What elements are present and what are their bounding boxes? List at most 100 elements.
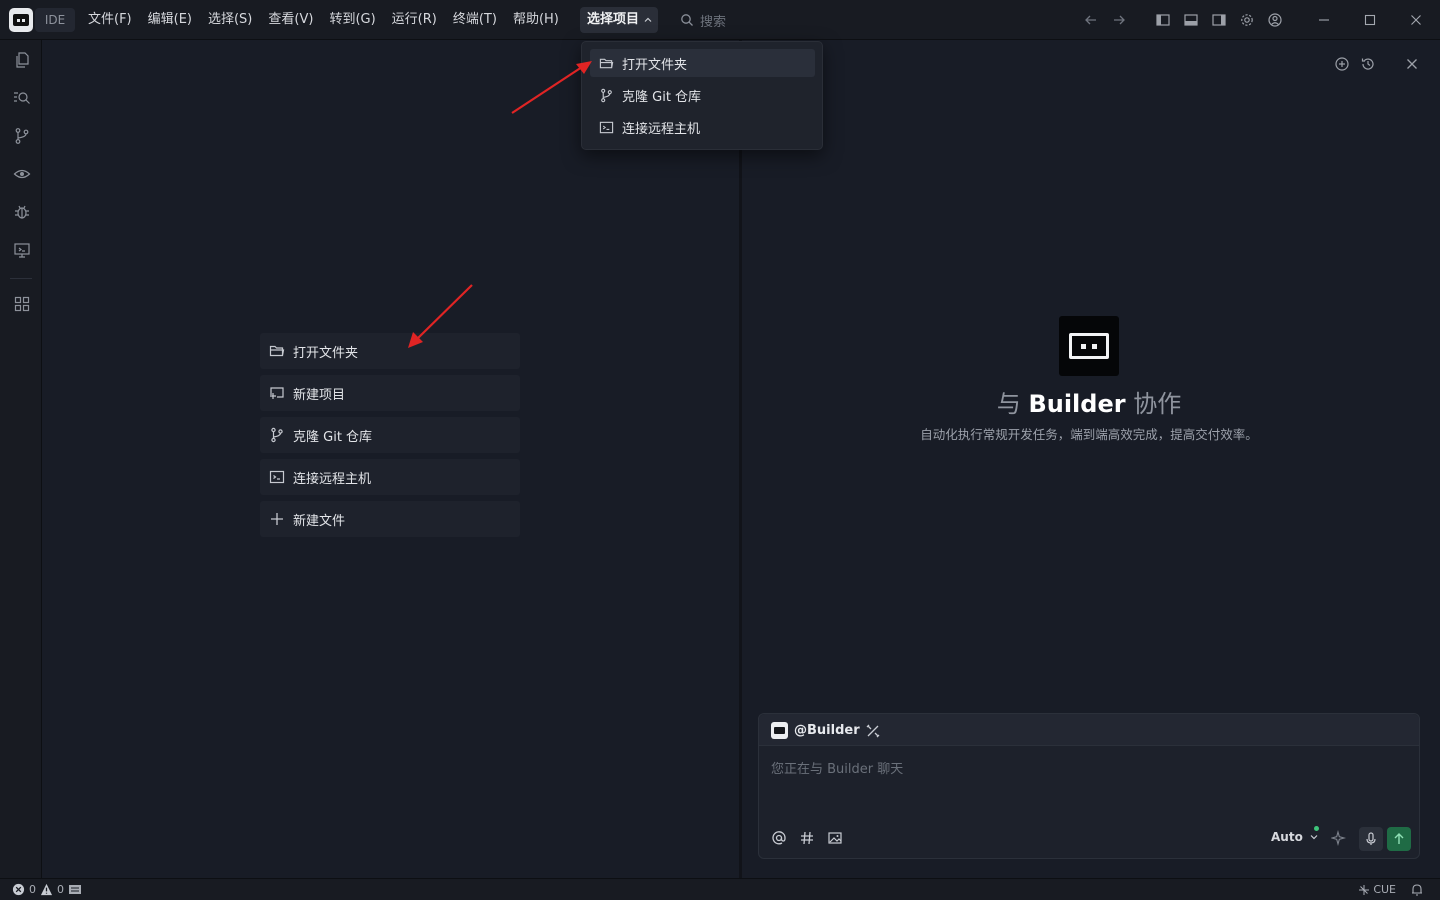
git-branch-icon [271,427,283,443]
title-search[interactable]: 搜索 [680,0,726,40]
menu-file[interactable]: 文件(F) [80,0,140,40]
new-chat-icon[interactable] [1334,56,1350,72]
terminal-panel-icon[interactable] [68,884,82,896]
model-status-dot [1314,826,1319,831]
welcome-new-file[interactable]: 新建文件 [260,501,520,537]
folder-open-icon [599,58,614,68]
chevron-up-icon [644,17,652,22]
cue-sparkle-icon [1359,884,1370,895]
toggle-right-panel-icon[interactable] [1211,12,1227,28]
image-upload-icon[interactable] [827,830,843,846]
search-placeholder: 搜索 [700,14,727,30]
close-chat-icon[interactable] [1404,56,1420,72]
select-project-label: 选择项目 [587,12,640,27]
error-icon [12,883,25,896]
cue-label: CUE [1373,883,1396,896]
hash-context-icon[interactable] [799,830,815,846]
account-icon[interactable] [1267,12,1283,28]
problems-indicator[interactable]: 0 0 [12,883,82,896]
folder-open-icon [269,345,285,357]
menu-run[interactable]: 运行(R) [384,0,445,40]
menu-terminal[interactable]: 终端(T) [445,0,505,40]
search-panel-icon[interactable] [13,89,31,107]
builder-logo-icon [1059,316,1119,376]
debug-bug-icon[interactable] [13,203,31,221]
dropdown-connect-remote-label: 连接远程主机 [622,121,701,137]
sparkle-icon[interactable] [1331,830,1347,846]
back-arrow-icon[interactable] [1083,12,1099,28]
dropdown-open-folder[interactable]: 打开文件夹 [590,49,815,77]
send-arrow-up-icon [1394,833,1404,844]
minimize-icon[interactable] [1316,12,1332,28]
chat-title-prefix: 与 [996,390,1021,418]
builder-badge-icon [771,722,788,739]
title-bar: IDE 文件(F) 编辑(E) 选择(S) 查看(V) 转到(G) 运行(R) … [0,0,1440,40]
warning-count: 0 [57,883,64,896]
menu-edit[interactable]: 编辑(E) [140,0,200,40]
forward-arrow-icon[interactable] [1111,12,1127,28]
app-logo-icon [9,8,33,32]
activity-bar [0,40,42,878]
select-project-button[interactable]: 选择项目 [580,7,658,33]
welcome-connect-remote-label: 连接远程主机 [293,471,372,487]
plus-icon [271,513,283,525]
tools-icon[interactable] [866,724,880,738]
project-dropdown-menu: 打开文件夹 克隆 Git 仓库 连接远程主机 [581,41,823,150]
send-button[interactable] [1387,827,1411,851]
chat-title-agent: Builder [1028,390,1126,418]
welcome-clone-git-label: 克隆 Git 仓库 [293,429,373,445]
mention-at-icon[interactable] [771,830,787,846]
welcome-clone-git[interactable]: 克隆 Git 仓库 [260,417,520,453]
microphone-icon [1366,832,1376,845]
agent-selector[interactable]: @Builder [771,722,880,739]
toggle-left-panel-icon[interactable] [1155,12,1171,28]
chevron-down-icon [1310,835,1318,840]
dropdown-open-folder-label: 打开文件夹 [622,57,688,73]
activity-separator [10,278,32,279]
menu-selection[interactable]: 选择(S) [200,0,260,40]
status-bar: 0 0 CUE [0,878,1440,900]
menu-view[interactable]: 查看(V) [260,0,321,40]
cue-indicator[interactable]: CUE [1358,883,1396,896]
git-branch-icon [601,88,612,102]
preview-eye-icon[interactable] [13,165,31,183]
welcome-connect-remote[interactable]: 连接远程主机 [260,459,520,495]
settings-gear-icon[interactable] [1239,12,1255,28]
menu-bar: 文件(F) 编辑(E) 选择(S) 查看(V) 转到(G) 运行(R) 终端(T… [80,0,567,40]
ide-mode-label[interactable]: IDE [35,8,75,32]
voice-input-button[interactable] [1359,827,1383,851]
source-control-icon[interactable] [13,127,31,145]
new-project-icon [270,387,284,399]
chat-input-placeholder[interactable]: 您正在与 Builder 聊天 [771,758,903,777]
search-icon [681,14,693,26]
warning-icon [40,883,53,896]
menu-help[interactable]: 帮助(H) [505,0,567,40]
model-select[interactable]: Auto [1271,830,1319,844]
chat-input-box[interactable]: @Builder 您正在与 Builder 聊天 Auto [758,713,1420,859]
history-icon[interactable] [1360,56,1376,72]
remote-icon [599,121,614,133]
menu-go[interactable]: 转到(G) [321,0,383,40]
extensions-grid-icon[interactable] [13,295,31,313]
welcome-new-file-label: 新建文件 [293,513,346,529]
remote-explorer-icon[interactable] [13,241,31,259]
maximize-icon[interactable] [1362,12,1378,28]
chat-welcome-title: 与 Builder 协作 [942,384,1236,419]
error-count: 0 [29,883,36,896]
chat-welcome-subtitle: 自动化执行常规开发任务，端到端高效完成，提高交付效率。 [920,427,1258,442]
welcome-new-project-label: 新建项目 [293,387,346,403]
agent-label: @Builder [794,723,860,738]
chat-input-header: @Builder [759,714,1419,746]
dropdown-connect-remote[interactable]: 连接远程主机 [590,113,815,141]
toggle-bottom-panel-icon[interactable] [1183,12,1199,28]
dropdown-clone-git[interactable]: 克隆 Git 仓库 [590,81,815,109]
notifications-bell-icon[interactable] [1410,883,1424,897]
remote-icon [269,470,285,484]
close-window-icon[interactable] [1408,12,1424,28]
model-select-label: Auto [1271,830,1303,844]
welcome-open-folder-label: 打开文件夹 [293,345,359,361]
welcome-open-folder[interactable]: 打开文件夹 [260,333,520,369]
explorer-files-icon[interactable] [13,51,31,69]
chat-title-suffix: 协作 [1133,390,1182,418]
welcome-new-project[interactable]: 新建项目 [260,375,520,411]
